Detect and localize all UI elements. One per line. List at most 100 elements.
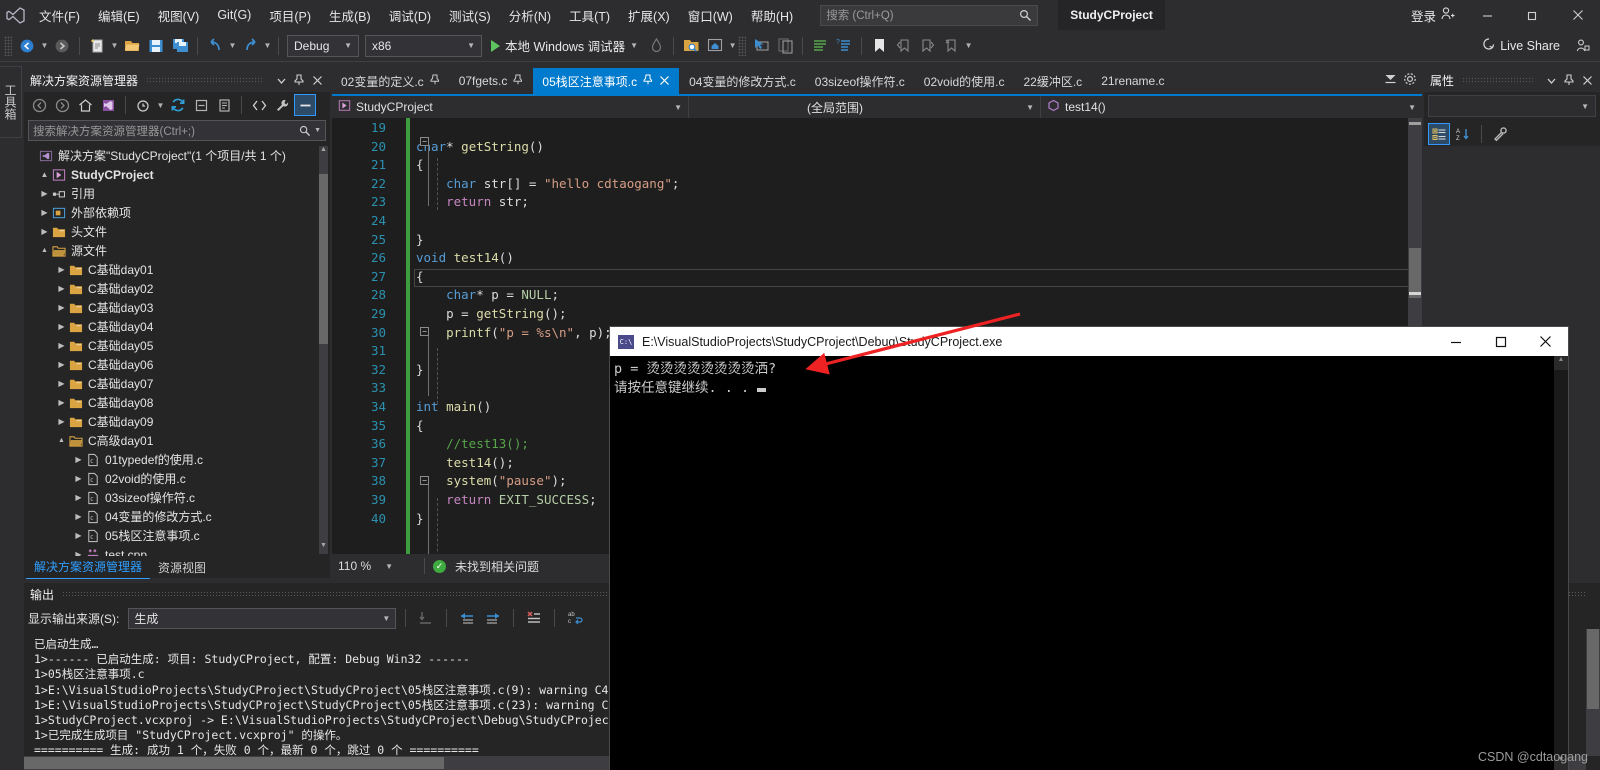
editor-tab-1[interactable]: 02变量的定义.c [332, 68, 450, 94]
toolbar-grip-2[interactable] [738, 35, 747, 56]
start-debugging-button[interactable]: 本地 Windows 调试器 ▼ [485, 34, 644, 58]
scrollbar-thumb[interactable] [1587, 629, 1599, 709]
code-line[interactable]: { [416, 417, 424, 436]
solution-platform-combo[interactable]: x86 ▼ [365, 34, 482, 57]
editor-tab-4[interactable]: 04变量的修改方式.c [680, 68, 806, 94]
tree-item-8[interactable]: ▶ C基础day04 [24, 317, 330, 336]
editor-tab-8[interactable]: 21rename.c [1092, 68, 1175, 94]
collapse-arrow-icon[interactable]: ▶ [55, 417, 68, 426]
collapse-arrow-icon[interactable]: ▶ [72, 474, 85, 483]
property-pages-icon[interactable] [1489, 123, 1511, 145]
output-source-combo[interactable]: 生成 ▼ [128, 607, 397, 629]
go-to-previous-icon[interactable] [456, 607, 478, 629]
navigate-forward-icon[interactable] [50, 34, 74, 58]
editor-tab-5[interactable]: 03sizeof操作符.c [806, 68, 915, 94]
chevron-down-icon[interactable]: ▼ [1408, 103, 1416, 112]
save-all-icon[interactable] [168, 34, 192, 58]
close-icon[interactable] [308, 71, 326, 89]
code-line[interactable]: test14(); [416, 454, 514, 473]
expand-arrow-icon[interactable]: ▲ [38, 170, 51, 179]
collapse-box-main[interactable]: − [420, 476, 429, 485]
tree-item-15[interactable]: ▶ C 01typedef的使用.c [24, 450, 330, 469]
toolbar-overflow[interactable]: ▼ [963, 34, 974, 58]
live-preview-dropdown[interactable]: ▼ [727, 34, 738, 58]
nav-member-combo[interactable]: test14() ▼ [1041, 96, 1422, 118]
close-button[interactable] [1555, 0, 1600, 30]
toolbox-vertical-tab[interactable]: 工具箱 [0, 66, 22, 138]
collapse-arrow-icon[interactable]: ▶ [55, 265, 68, 274]
collapse-arrow-icon[interactable]: ▶ [72, 493, 85, 502]
code-line[interactable]: printf("p = %s\n", p); [416, 324, 612, 343]
collapse-arrow-icon[interactable]: ▶ [55, 360, 68, 369]
redo-icon[interactable] [238, 34, 262, 58]
home-icon[interactable] [74, 94, 96, 116]
redo-dropdown[interactable]: ▼ [262, 34, 273, 58]
chevron-down-icon[interactable]: ▼ [1026, 103, 1034, 112]
sign-in-button[interactable]: 登录 [1401, 6, 1465, 25]
collapse-arrow-icon[interactable]: ▶ [72, 550, 85, 556]
tree-item-solution[interactable]: 解决方案"StudyCProject"(1 个项目/共 1 个) [24, 146, 330, 165]
menu-edit[interactable]: 编辑(E) [89, 0, 149, 31]
search-folder-icon[interactable] [679, 34, 703, 58]
collapse-arrow-icon[interactable]: ▶ [55, 379, 68, 388]
pin-icon[interactable] [430, 74, 440, 88]
menu-debug[interactable]: 调试(D) [380, 0, 440, 31]
pin-icon[interactable] [290, 71, 308, 89]
collapse-arrow-icon[interactable]: ▶ [55, 303, 68, 312]
scroll-up-arrow-icon[interactable]: ▲ [319, 146, 328, 158]
code-line[interactable]: //test13(); [416, 435, 529, 454]
pending-changes-icon[interactable] [132, 94, 154, 116]
collapse-arrow-icon[interactable]: ▶ [55, 341, 68, 350]
tab-solution-explorer[interactable]: 解决方案资源管理器 [26, 555, 151, 579]
gear-icon[interactable] [1403, 72, 1417, 91]
select-element-icon[interactable] [749, 34, 773, 58]
scrollbar-thumb[interactable] [24, 757, 444, 769]
show-all-files-icon[interactable] [213, 94, 235, 116]
code-line[interactable]: } [416, 231, 424, 250]
chevron-down-icon[interactable]: ▼ [674, 103, 682, 112]
console-scrollbar[interactable]: ▲ ▼ [1554, 356, 1568, 770]
collapse-arrow-icon[interactable]: ▶ [55, 322, 68, 331]
tree-item-17[interactable]: ▶ C 03sizeof操作符.c [24, 488, 330, 507]
menu-build[interactable]: 生成(B) [320, 0, 380, 31]
editor-tab-7[interactable]: 22缓冲区.c [1015, 68, 1093, 94]
zoom-combo[interactable]: 110 % ▼ [338, 559, 416, 573]
menu-git[interactable]: Git(G) [208, 2, 260, 28]
console-output[interactable]: p = 烫烫烫烫烫烫烫烫洒? 请按任意键继续. . . [610, 356, 1554, 770]
back-icon[interactable] [28, 94, 50, 116]
copy-frame-icon[interactable] [773, 34, 797, 58]
solution-tree[interactable]: 解决方案"StudyCProject"(1 个项目/共 1 个) ▲ Study… [24, 144, 330, 556]
console-close-button[interactable] [1523, 327, 1568, 356]
menu-test[interactable]: 测试(S) [440, 0, 500, 31]
pin-icon[interactable] [643, 74, 653, 88]
collapse-arrow-icon[interactable]: ▶ [72, 512, 85, 521]
code-line[interactable]: void test14() [416, 249, 514, 268]
expand-arrow-icon[interactable]: ▲ [55, 437, 68, 444]
categorized-icon[interactable] [1428, 123, 1450, 145]
tree-item-10[interactable]: ▶ C基础day06 [24, 355, 330, 374]
collapse-arrow-icon[interactable]: ▶ [38, 208, 51, 217]
output-vertical-scrollbar[interactable] [1586, 629, 1600, 756]
tree-item-project[interactable]: ▲ StudyCProject [24, 165, 330, 184]
open-file-icon[interactable] [120, 34, 144, 58]
tab-resource-view[interactable]: 资源视图 [150, 556, 214, 579]
tab-overflow-icon[interactable] [1384, 72, 1397, 90]
code-line[interactable]: char* p = NULL; [416, 286, 559, 305]
tree-item-11[interactable]: ▶ C基础day07 [24, 374, 330, 393]
new-project-icon[interactable] [85, 34, 109, 58]
solution-explorer-search[interactable]: 搜索解决方案资源管理器(Ctrl+;) ▼ [28, 120, 326, 141]
code-line[interactable]: { [416, 156, 424, 175]
pin-icon[interactable] [513, 74, 523, 88]
tree-item-5[interactable]: ▶ C基础day01 [24, 260, 330, 279]
collapse-arrow-icon[interactable]: ▶ [55, 284, 68, 293]
pin-icon[interactable] [1560, 71, 1578, 89]
code-line[interactable]: int main() [416, 398, 491, 417]
comment-lines-icon[interactable] [808, 34, 832, 58]
next-bookmark-icon[interactable] [915, 34, 939, 58]
code-line[interactable]: char str[] = "hello cdtaogang"; [416, 175, 679, 194]
clear-bookmarks-icon[interactable] [939, 34, 963, 58]
quick-launch-search[interactable]: 搜索 (Ctrl+Q) [820, 4, 1039, 26]
hot-reload-icon[interactable] [644, 34, 668, 58]
properties-window-icon[interactable] [294, 94, 316, 116]
view-code-icon[interactable] [248, 94, 270, 116]
